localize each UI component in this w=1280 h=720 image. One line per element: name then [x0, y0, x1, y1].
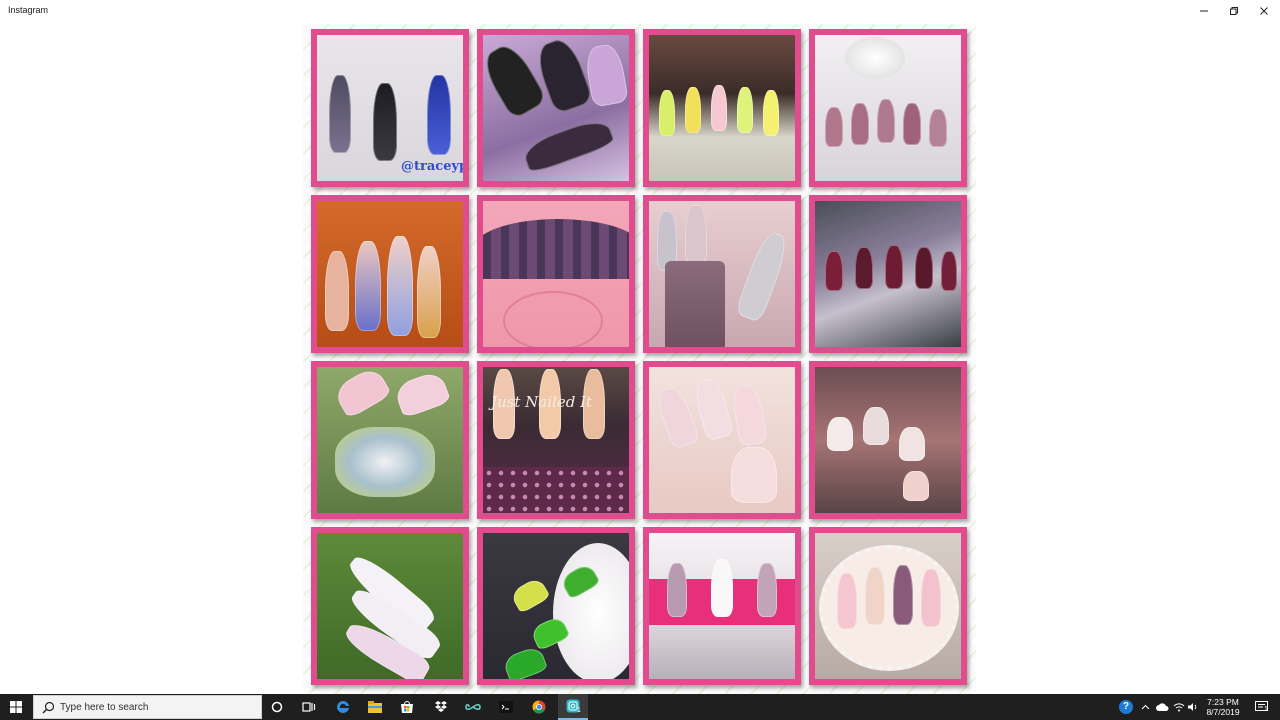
notification-badge: 1	[577, 707, 581, 714]
nail-photo	[311, 195, 469, 353]
chevron-up-icon	[1141, 704, 1149, 710]
terminal-app-button[interactable]	[491, 694, 521, 720]
close-button[interactable]	[1248, 0, 1280, 22]
network-button[interactable]	[1171, 694, 1187, 720]
infinity-app-button[interactable]	[458, 694, 488, 720]
dropbox-icon	[435, 700, 447, 712]
nail-photo	[311, 361, 469, 519]
chrome-icon	[532, 700, 546, 714]
close-icon	[1260, 7, 1268, 15]
search-icon	[42, 701, 55, 714]
nail-photo	[643, 29, 801, 187]
nail-photo	[477, 527, 635, 685]
help-icon: ?	[1119, 700, 1133, 714]
clock-date: 8/7/2019	[1206, 707, 1240, 717]
nail-photo	[809, 29, 967, 187]
nail-photo	[643, 361, 801, 519]
cloud-icon	[1155, 703, 1168, 711]
cortana-icon	[271, 701, 283, 713]
search-placeholder: Type here to search	[60, 702, 149, 713]
window-title: Instagram	[8, 5, 49, 15]
nail-photo: Just Nailed It	[477, 361, 635, 519]
help-button[interactable]: ?	[1116, 694, 1136, 720]
restore-button[interactable]	[1218, 0, 1250, 22]
start-button[interactable]	[0, 694, 32, 720]
instagram-taskbar-button[interactable]: 1	[558, 694, 588, 720]
taskbar: Type here to search 1 ? 7:23 PM 8/7/2019…	[0, 694, 1280, 720]
nail-photo: @traceyp	[311, 29, 469, 187]
edge-button[interactable]	[328, 694, 358, 720]
clock-time: 7:23 PM	[1207, 697, 1239, 707]
store-icon	[401, 701, 413, 713]
nail-photo	[477, 29, 635, 187]
wifi-icon	[1173, 703, 1185, 712]
file-explorer-icon	[368, 701, 382, 713]
dropbox-button[interactable]	[426, 694, 456, 720]
nail-photo	[809, 527, 967, 685]
edge-icon	[337, 700, 349, 713]
terminal-icon	[499, 701, 513, 713]
notification-count: 1	[1264, 706, 1268, 713]
action-center-button[interactable]: 1	[1250, 694, 1272, 720]
nail-photo	[643, 527, 801, 685]
store-button[interactable]	[392, 694, 422, 720]
task-view-icon	[302, 702, 316, 712]
nail-photo	[311, 527, 469, 685]
infinity-icon	[465, 704, 481, 710]
taskbar-search-box[interactable]: Type here to search	[33, 695, 262, 719]
minimize-icon	[1200, 10, 1208, 12]
app-window: Instagram @traceyp Just Nailed It Type h…	[0, 0, 1280, 720]
task-view-button[interactable]	[294, 694, 324, 720]
onedrive-button[interactable]	[1154, 694, 1170, 720]
windows-icon	[10, 701, 22, 713]
show-hidden-icons-button[interactable]	[1138, 694, 1152, 720]
file-explorer-button[interactable]	[360, 694, 390, 720]
post-image[interactable]: @traceyp Just Nailed It	[303, 24, 976, 694]
chrome-button[interactable]	[524, 694, 554, 720]
nail-photo	[809, 361, 967, 519]
nail-photo	[809, 195, 967, 353]
nail-photo	[477, 195, 635, 353]
cortana-button[interactable]	[262, 694, 292, 720]
minimize-button[interactable]	[1188, 0, 1220, 22]
title-bar: Instagram	[0, 0, 1280, 22]
restore-icon	[1230, 7, 1238, 15]
clock[interactable]: 7:23 PM 8/7/2019	[1196, 697, 1250, 717]
tile-caption: Just Nailed It	[491, 393, 593, 411]
tile-caption: @traceyp	[401, 159, 469, 174]
nail-photo	[643, 195, 801, 353]
